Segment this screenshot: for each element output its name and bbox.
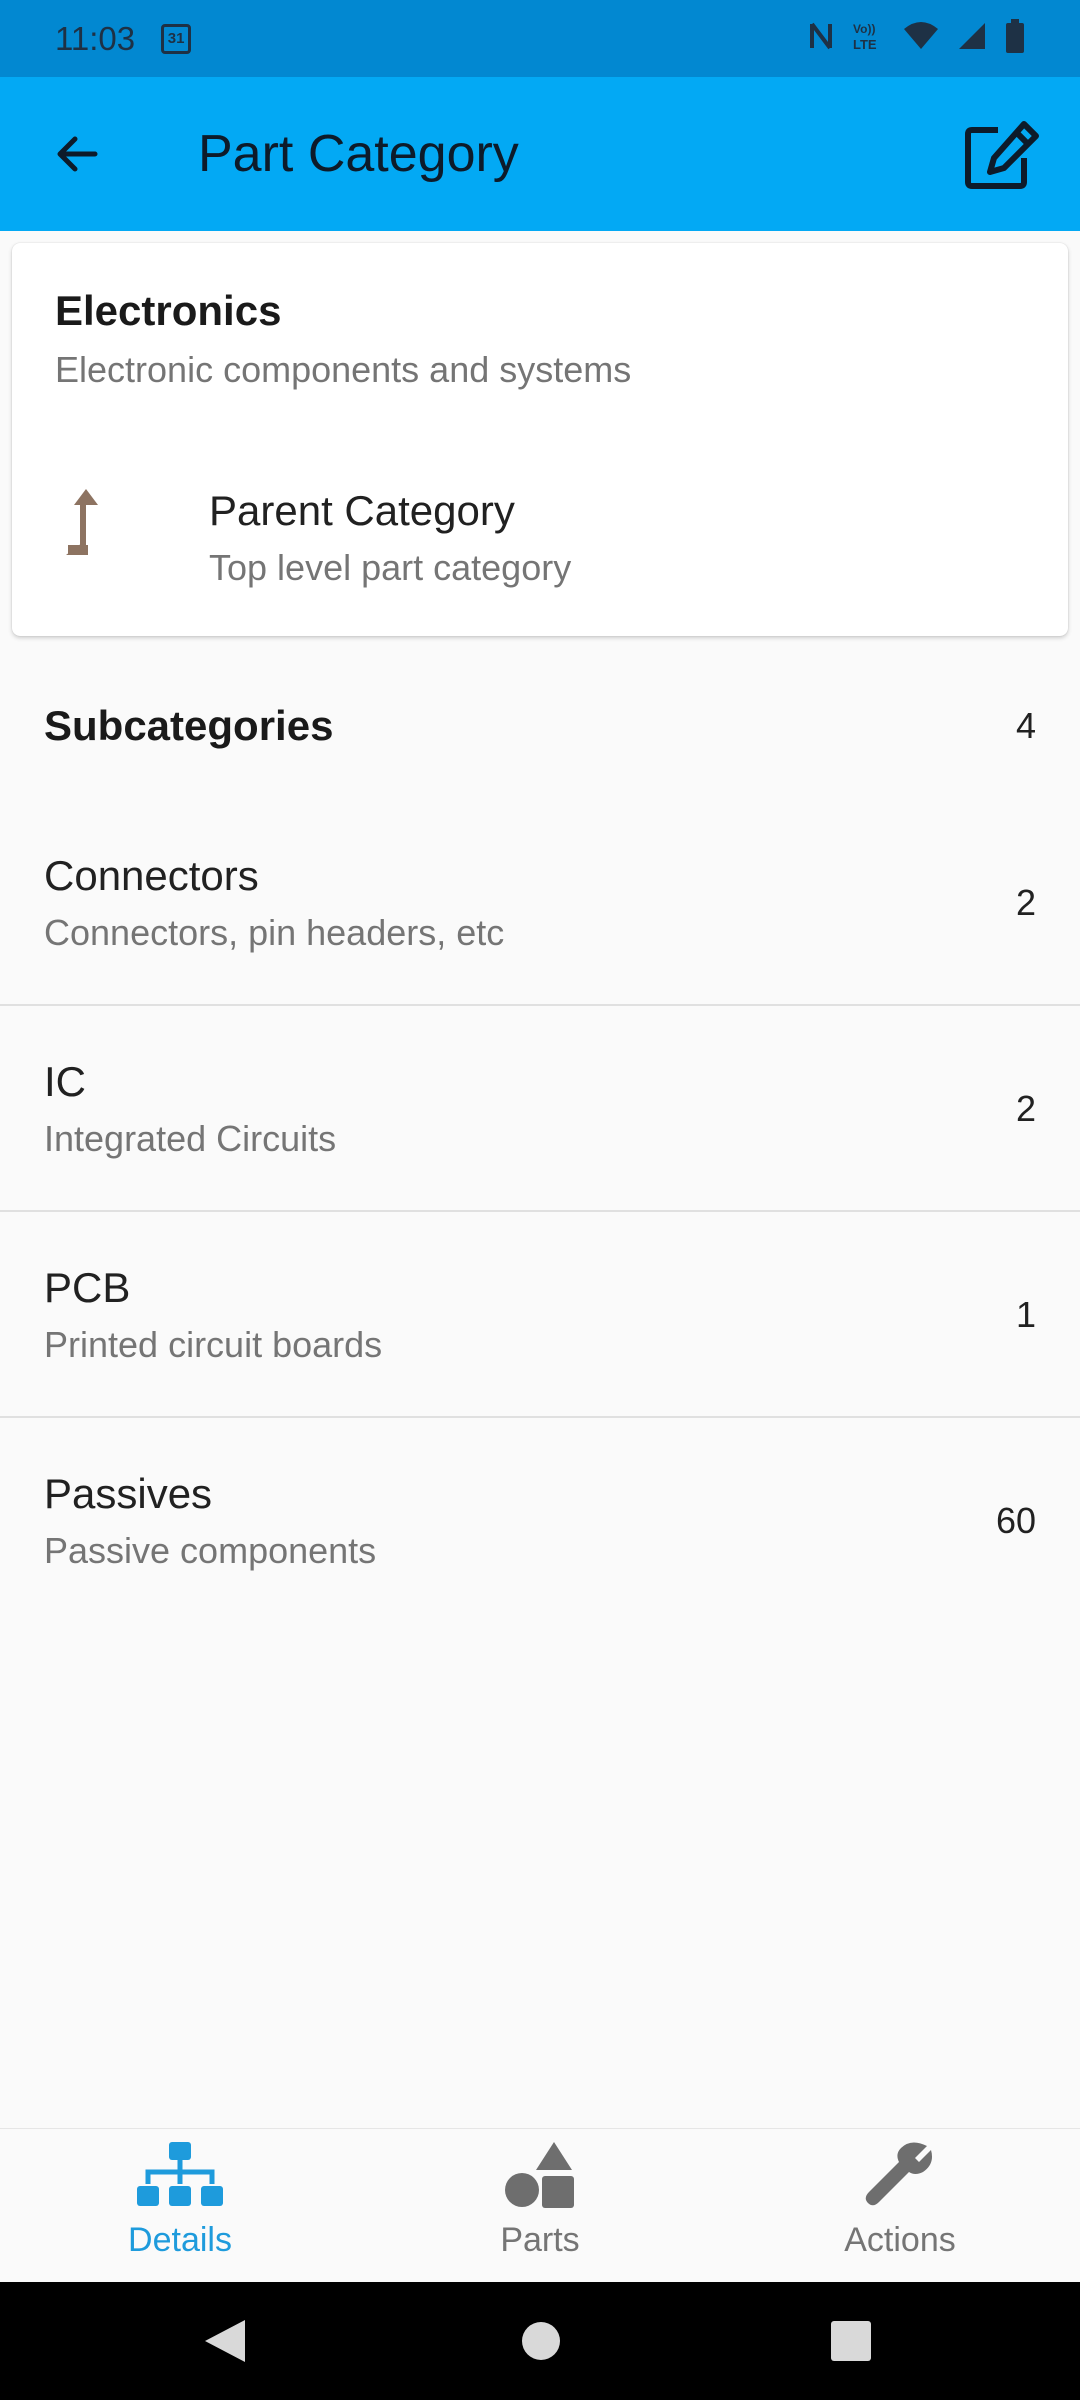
subcategory-name: Passives [44, 1470, 213, 1517]
calendar-icon: 31 [161, 23, 192, 54]
triangle-back-icon [205, 2320, 245, 2362]
subcategory-description: Integrated Circuits [44, 1118, 337, 1159]
subcategory-description: Connectors, pin headers, etc [44, 912, 505, 953]
subcategory-name: PCB [44, 1264, 131, 1311]
circle-home-icon [522, 2322, 560, 2360]
nav-actions-label: Actions [844, 2221, 956, 2259]
signal-icon [957, 21, 987, 56]
svg-text:LTE: LTE [853, 37, 877, 52]
wrench-icon [865, 2142, 935, 2213]
nav-parts[interactable]: Parts [360, 2129, 720, 2282]
edit-icon [965, 121, 1039, 189]
wifi-icon [903, 21, 939, 56]
volte-icon: Vo)) LTE [851, 20, 885, 57]
subcategory-description: Printed circuit boards [44, 1324, 383, 1365]
list-item[interactable]: Connectors Connectors, pin headers, etc … [0, 800, 1080, 1006]
subcategory-list: Connectors Connectors, pin headers, etc … [0, 800, 1080, 1624]
subcategory-count: 60 [995, 1500, 1036, 1541]
bottom-nav: Details Parts Actions [0, 2128, 1080, 2282]
level-up-icon[interactable] [52, 483, 122, 563]
category-description: Electronic components and systems [55, 349, 632, 390]
nav-details[interactable]: Details [0, 2129, 360, 2282]
battery-icon [1005, 19, 1025, 58]
subcategory-name: Connectors [44, 852, 259, 899]
subcategory-name: IC [44, 1058, 86, 1105]
subcategory-count: 2 [1015, 882, 1036, 923]
list-item[interactable]: PCB Printed circuit boards 1 [0, 1212, 1080, 1418]
svg-text:Vo)): Vo)) [853, 22, 875, 36]
square-recents-icon [831, 2321, 871, 2361]
status-icons: Vo)) LTE [809, 19, 1025, 58]
edit-button[interactable] [962, 115, 1042, 195]
arrow-left-icon [57, 136, 98, 172]
system-nav-bar [0, 2282, 1080, 2400]
nav-parts-label: Parts [500, 2221, 580, 2259]
category-name: Electronics [55, 287, 282, 334]
parent-category-title[interactable]: Parent Category [209, 487, 515, 535]
status-bar: 11:03 31 Vo)) LTE [0, 0, 1080, 77]
shapes-icon [504, 2142, 576, 2213]
list-item[interactable]: IC Integrated Circuits 2 [0, 1006, 1080, 1212]
status-time: 11:03 [55, 19, 136, 57]
page-title: Part Category [198, 125, 519, 183]
category-card: Electronics Electronic components and sy… [12, 243, 1068, 636]
back-button[interactable] [40, 117, 114, 191]
subcategories-count: 4 [1015, 705, 1036, 746]
nfc-icon [809, 21, 833, 56]
list-item[interactable]: Passives Passive components 60 [0, 1418, 1080, 1624]
nav-details-label: Details [128, 2221, 232, 2259]
nav-actions[interactable]: Actions [720, 2129, 1080, 2282]
system-home-button[interactable] [516, 2282, 566, 2400]
app-bar: Part Category [0, 77, 1080, 231]
subcategories-title: Subcategories [44, 702, 334, 749]
subcategory-count: 2 [1015, 1088, 1036, 1129]
system-recents-button[interactable] [828, 2282, 874, 2400]
subcategory-count: 1 [1015, 1294, 1036, 1335]
subcategories-header: Subcategories 4 [44, 700, 1036, 752]
subcategory-description: Passive components [44, 1530, 377, 1571]
system-back-button[interactable] [200, 2282, 250, 2400]
parent-category-description: Top level part category [209, 547, 572, 588]
sitemap-icon [137, 2142, 223, 2213]
